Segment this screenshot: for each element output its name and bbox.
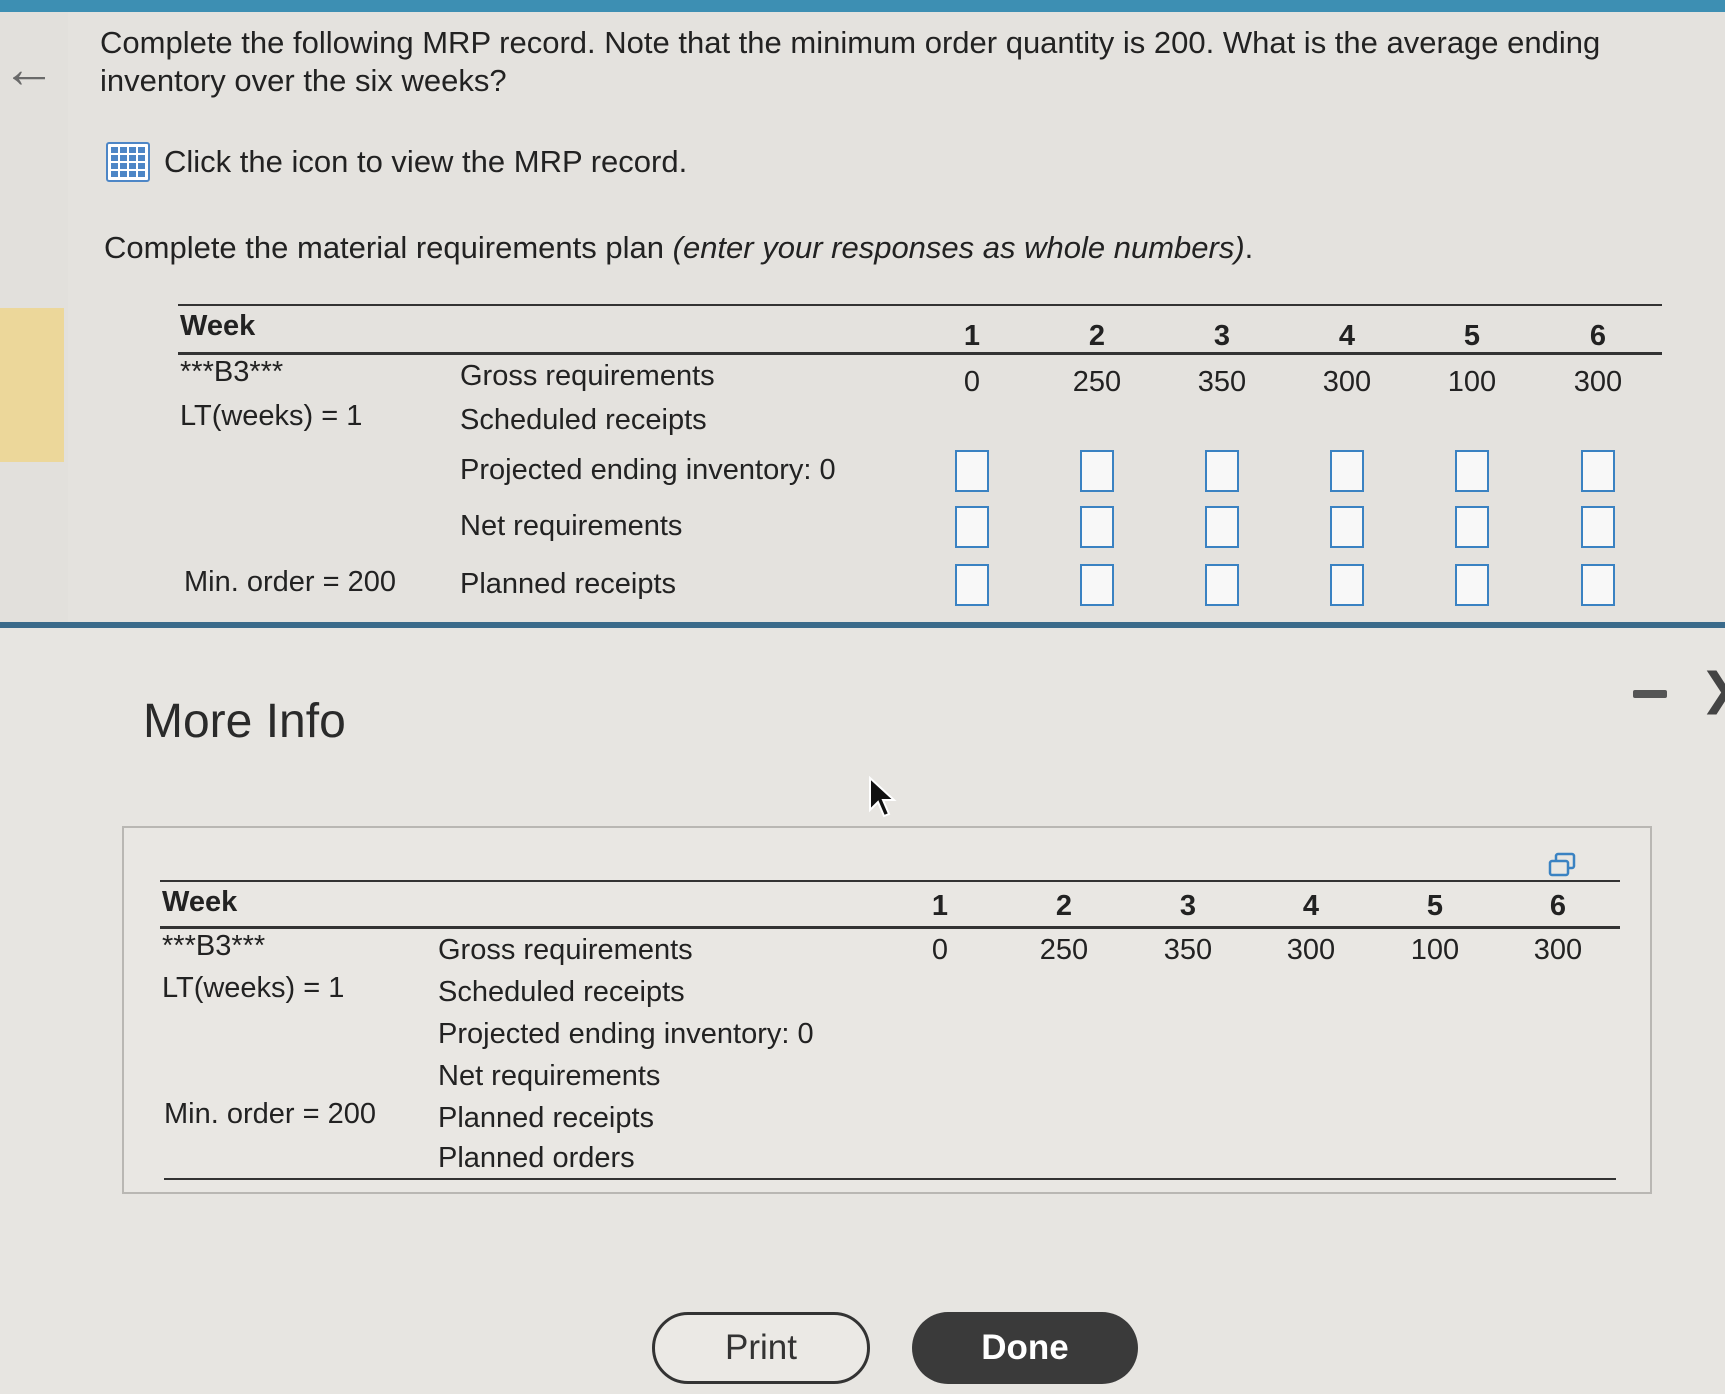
planned-receipts-input-week-4[interactable] bbox=[1330, 564, 1364, 606]
ref-net-requirements-label: Net requirements bbox=[438, 1060, 661, 1092]
mouse-cursor-icon bbox=[869, 776, 897, 818]
gross-week-6: 300 bbox=[1573, 366, 1623, 398]
scheduled-receipts-label: Scheduled receipts bbox=[460, 404, 707, 436]
minimize-icon[interactable] bbox=[1633, 690, 1667, 698]
week-1-header: 1 bbox=[963, 320, 981, 352]
gross-week-1: 0 bbox=[963, 366, 981, 398]
week-header: Week bbox=[180, 310, 256, 342]
ref-week-3-header: 3 bbox=[1179, 890, 1197, 922]
net-input-week-2[interactable] bbox=[1080, 506, 1114, 548]
ref-gross-week-6: 300 bbox=[1533, 934, 1583, 966]
ref-gross-week-3: 350 bbox=[1163, 934, 1213, 966]
min-order: Min. order = 200 bbox=[184, 566, 396, 598]
planned-receipts-input-week-5[interactable] bbox=[1455, 564, 1489, 606]
ref-gross-week-2: 250 bbox=[1039, 934, 1089, 966]
ref-week-5-header: 5 bbox=[1426, 890, 1444, 922]
ref-gross-week-5: 100 bbox=[1410, 934, 1460, 966]
ref-lead-time: LT(weeks) = 1 bbox=[162, 972, 345, 1004]
week-2-header: 2 bbox=[1088, 320, 1106, 352]
copy-icon[interactable] bbox=[1548, 852, 1578, 878]
projected-input-week-3[interactable] bbox=[1205, 450, 1239, 492]
gross-week-2: 250 bbox=[1072, 366, 1122, 398]
net-requirements-label: Net requirements bbox=[460, 510, 683, 542]
question-text: Complete the following MRP record. Note … bbox=[100, 25, 1601, 98]
week-6-header: 6 bbox=[1589, 320, 1607, 352]
table-grid-icon[interactable] bbox=[106, 142, 150, 182]
projected-input-week-4[interactable] bbox=[1330, 450, 1364, 492]
gross-week-4: 300 bbox=[1322, 366, 1372, 398]
ref-gross-week-1: 0 bbox=[931, 934, 949, 966]
gross-requirements-label: Gross requirements bbox=[460, 360, 715, 392]
ref-week-1-header: 1 bbox=[931, 890, 949, 922]
ref-planned-receipts-label: Planned receipts bbox=[438, 1102, 655, 1134]
ref-item-code: ***B3*** bbox=[162, 930, 266, 962]
planned-receipts-input-week-3[interactable] bbox=[1205, 564, 1239, 606]
ref-week-2-header: 2 bbox=[1055, 890, 1073, 922]
net-input-week-6[interactable] bbox=[1581, 506, 1615, 548]
back-arrow-icon[interactable]: ← bbox=[2, 42, 56, 96]
projected-input-week-5[interactable] bbox=[1455, 450, 1489, 492]
ref-min-order: Min. order = 200 bbox=[164, 1098, 376, 1130]
ref-week-header: Week bbox=[162, 886, 238, 918]
done-button[interactable]: Done bbox=[912, 1312, 1138, 1384]
planned-receipts-label: Planned receipts bbox=[460, 568, 677, 600]
mrp-reference-table: Week 1 2 3 4 5 6 ***B3*** LT(weeks) = 1 … bbox=[160, 880, 1620, 1180]
view-mrp-link[interactable]: Click the icon to view the MRP record. bbox=[106, 142, 687, 182]
projected-inventory-label: Projected ending inventory: 0 bbox=[460, 454, 836, 486]
mrp-input-table: Week 1 2 3 4 5 6 ***B3*** LT(weeks) = 1 … bbox=[178, 304, 1662, 624]
projected-input-week-6[interactable] bbox=[1581, 450, 1615, 492]
ref-table-top-rule bbox=[160, 880, 1620, 882]
ref-projected-inventory-label: Projected ending inventory: 0 bbox=[438, 1018, 814, 1050]
ref-gross-week-4: 300 bbox=[1286, 934, 1336, 966]
modal-title: More Info bbox=[143, 695, 346, 748]
table-top-rule bbox=[178, 304, 1662, 306]
planned-receipts-input-week-1[interactable] bbox=[955, 564, 989, 606]
projected-input-week-1[interactable] bbox=[955, 450, 989, 492]
ref-gross-requirements-label: Gross requirements bbox=[438, 934, 693, 966]
net-input-week-3[interactable] bbox=[1205, 506, 1239, 548]
view-mrp-link-text[interactable]: Click the icon to view the MRP record. bbox=[164, 144, 687, 180]
ref-week-4-header: 4 bbox=[1302, 890, 1320, 922]
net-input-week-1[interactable] bbox=[955, 506, 989, 548]
net-input-week-4[interactable] bbox=[1330, 506, 1364, 548]
top-accent-bar bbox=[0, 0, 1725, 12]
item-code: ***B3*** bbox=[180, 356, 284, 388]
print-button[interactable]: Print bbox=[652, 1312, 870, 1384]
week-3-header: 3 bbox=[1213, 320, 1231, 352]
ref-week-6-header: 6 bbox=[1549, 890, 1567, 922]
ref-scheduled-receipts-label: Scheduled receipts bbox=[438, 976, 685, 1008]
table-header-rule bbox=[178, 352, 1662, 355]
left-highlight bbox=[0, 308, 64, 462]
gross-week-3: 350 bbox=[1197, 366, 1247, 398]
week-5-header: 5 bbox=[1463, 320, 1481, 352]
planned-receipts-input-week-6[interactable] bbox=[1581, 564, 1615, 606]
gross-week-5: 100 bbox=[1447, 366, 1497, 398]
planned-receipts-input-week-2[interactable] bbox=[1080, 564, 1114, 606]
ref-table-bottom-rule bbox=[164, 1178, 1616, 1180]
close-icon[interactable]: ❯ bbox=[1700, 668, 1725, 712]
instruction-text: Complete the material requirements plan … bbox=[104, 230, 1254, 265]
net-input-week-5[interactable] bbox=[1455, 506, 1489, 548]
week-4-header: 4 bbox=[1338, 320, 1356, 352]
projected-input-week-2[interactable] bbox=[1080, 450, 1114, 492]
ref-table-header-rule bbox=[160, 926, 1620, 929]
ref-planned-orders-label: Planned orders bbox=[438, 1142, 635, 1174]
lead-time: LT(weeks) = 1 bbox=[180, 400, 363, 432]
